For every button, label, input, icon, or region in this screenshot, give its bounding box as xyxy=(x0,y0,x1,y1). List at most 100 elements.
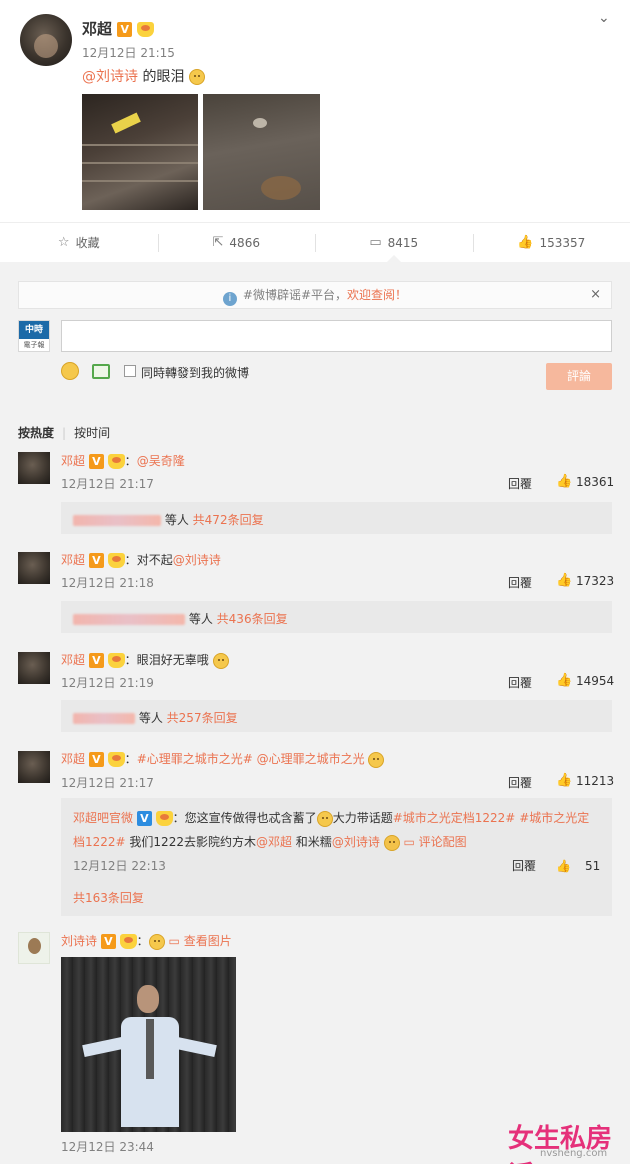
author-name[interactable]: 邓超 xyxy=(82,20,112,38)
chevron-down-icon[interactable]: ⌄ xyxy=(598,10,610,26)
reply-summary[interactable]: 等人 共257条回复 xyxy=(61,700,612,732)
commenter-avatar[interactable] xyxy=(18,452,50,484)
repost-checkbox-label[interactable]: 同時轉發到我的微博 xyxy=(141,364,249,381)
emoji-picker-icon[interactable] xyxy=(61,362,79,380)
sort-by-hot[interactable]: 按热度 xyxy=(18,426,54,440)
commenter-name[interactable]: 邓超 xyxy=(61,752,85,766)
reply-button[interactable]: 回覆 xyxy=(508,574,532,591)
comment-time: 12月12日 21:19 xyxy=(61,676,154,690)
photo-detail xyxy=(175,1036,217,1058)
like-button[interactable]: 👍 153357 xyxy=(472,223,630,262)
commenter-name[interactable]: 邓超 xyxy=(61,553,85,567)
notice-link[interactable]: 欢迎查阅！ xyxy=(347,288,407,302)
reply-button[interactable]: 回覆 xyxy=(512,854,536,878)
nested-reply: 邓超吧官微 V ：您这宣传做得也忒含蓄了 大力带话题#城市之光定档1222# #城… xyxy=(61,798,612,916)
post-photo-2[interactable] xyxy=(203,94,320,210)
comment-like-count: 17323 xyxy=(576,574,615,588)
commenter-avatar[interactable] xyxy=(18,552,50,584)
verified-badge-icon: V xyxy=(117,22,133,37)
sort-tabs: 按热度 | 按时间 xyxy=(18,424,110,441)
emoji-icon xyxy=(316,810,333,827)
thumbs-up-icon[interactable]: 👍 xyxy=(556,474,572,489)
reply-summary[interactable]: 等人 共472条回复 xyxy=(61,502,612,534)
vip-crown-icon xyxy=(107,653,125,668)
favorite-button[interactable]: ☆ 收藏 xyxy=(0,223,158,262)
comment-text: 刘诗诗 V ： ▭ 查看图片 xyxy=(61,932,232,950)
comment-time: 12月12日 21:17 xyxy=(61,477,154,491)
post-body: 的眼泪 xyxy=(138,69,185,85)
thumbs-up-icon[interactable]: 👍 xyxy=(556,673,572,688)
mention-link[interactable]: @刘诗诗 xyxy=(173,553,221,567)
commenter-avatar[interactable] xyxy=(18,932,50,964)
mention-link[interactable]: @刘诗诗 xyxy=(82,69,138,85)
vip-crown-icon xyxy=(107,752,125,767)
reply-author[interactable]: 邓超吧官微 xyxy=(73,811,133,825)
commenter-name[interactable]: 邓超 xyxy=(61,653,85,667)
post-author[interactable]: 邓超 V xyxy=(82,18,155,39)
reply-suffix: 等人 xyxy=(138,711,163,725)
sort-by-time[interactable]: 按时间 xyxy=(74,426,110,440)
comment-text: 邓超 V ：@吴奇隆 xyxy=(61,452,185,469)
reply-text: 大力带话题 xyxy=(332,811,393,825)
comment-photo[interactable] xyxy=(61,957,236,1132)
comment-icon: ▭ xyxy=(369,235,382,250)
image-link-icon: ▭ xyxy=(168,934,180,948)
commenter-name[interactable]: 邓超 xyxy=(61,454,85,468)
reply-button[interactable]: 回覆 xyxy=(508,674,532,691)
photo-detail xyxy=(146,1019,154,1079)
verified-badge-icon: V xyxy=(100,934,116,949)
hashtag-mention-link[interactable]: #心理罪之城市之光# @心理罪之城市之光 xyxy=(137,752,365,766)
image-upload-icon[interactable] xyxy=(92,364,110,379)
post-photo-1[interactable] xyxy=(82,94,198,210)
reply-suffix: 等人 xyxy=(164,513,189,527)
verified-badge-icon: V xyxy=(88,752,104,767)
reply-summary[interactable]: 等人 共436条回复 xyxy=(61,601,612,633)
reply-count-link[interactable]: 共472条回复 xyxy=(193,513,264,527)
reply-count-link[interactable]: 共436条回复 xyxy=(217,612,288,626)
comment-input[interactable] xyxy=(61,320,612,352)
mention-link[interactable]: @吴奇隆 xyxy=(137,454,185,468)
repost-checkbox[interactable] xyxy=(124,365,136,377)
reply-total-link[interactable]: 共163条回复 xyxy=(73,886,144,910)
emoji-icon xyxy=(368,751,385,768)
submit-comment-button[interactable]: 評論 xyxy=(546,363,612,390)
repost-button[interactable]: ⇱ 4866 xyxy=(157,223,316,262)
post-text: @刘诗诗 的眼泪 xyxy=(82,66,205,86)
reply-button[interactable]: 回覆 xyxy=(508,475,532,492)
notice-text: #微博辟谣#平台， xyxy=(242,288,348,302)
thumbs-up-icon[interactable]: 👍 xyxy=(556,573,572,588)
verified-badge-icon: V xyxy=(88,653,104,668)
mention-link[interactable]: @刘诗诗 xyxy=(332,835,380,849)
reply-count-link[interactable]: 共257条回复 xyxy=(167,711,238,725)
post-time[interactable]: 12月12日 21:15 xyxy=(82,44,175,61)
thumbs-up-icon[interactable]: 👍 xyxy=(556,854,571,878)
commenter-avatar[interactable] xyxy=(18,652,50,684)
author-avatar[interactable] xyxy=(20,14,72,66)
vip-crown-icon xyxy=(155,811,173,826)
mention-link[interactable]: @邓超 xyxy=(256,835,292,849)
commenter-avatar[interactable] xyxy=(18,751,50,783)
comment-count: 8415 xyxy=(387,235,419,250)
comment-image-link[interactable]: 评论配图 xyxy=(419,835,467,849)
photo-detail xyxy=(82,1036,124,1058)
close-icon[interactable]: × xyxy=(590,282,601,308)
colon: ： xyxy=(124,752,137,766)
thumbs-up-icon: 👍 xyxy=(517,235,534,250)
reply-text: 和米糯 xyxy=(291,835,332,849)
rumor-notice: i #微博辟谣#平台，欢迎查阅！ × xyxy=(18,281,612,309)
reply-button[interactable]: 回覆 xyxy=(508,774,532,791)
hashtag-link[interactable]: #城市之光定档1222# xyxy=(393,811,516,825)
action-bar: ☆ 收藏 ⇱ 4866 ▭ 8415 👍 153357 xyxy=(0,222,630,262)
colon: ： xyxy=(124,454,137,468)
rock-hand-icon xyxy=(383,834,400,851)
blurred-names xyxy=(73,515,161,526)
comment-body: 眼泪好无辜哦 xyxy=(136,653,209,667)
comment-text: 邓超 V ：#心理罪之城市之光# @心理罪之城市之光 xyxy=(61,750,385,768)
commenter-name[interactable]: 刘诗诗 xyxy=(61,934,97,948)
thumbs-up-icon[interactable]: 👍 xyxy=(556,773,572,788)
view-image-link[interactable]: 查看图片 xyxy=(184,934,232,948)
vip-crown-icon xyxy=(137,22,155,37)
repost-count: 4866 xyxy=(229,235,260,250)
emoji-icon xyxy=(188,69,205,85)
reply-time: 12月12日 22:13 xyxy=(73,859,166,873)
